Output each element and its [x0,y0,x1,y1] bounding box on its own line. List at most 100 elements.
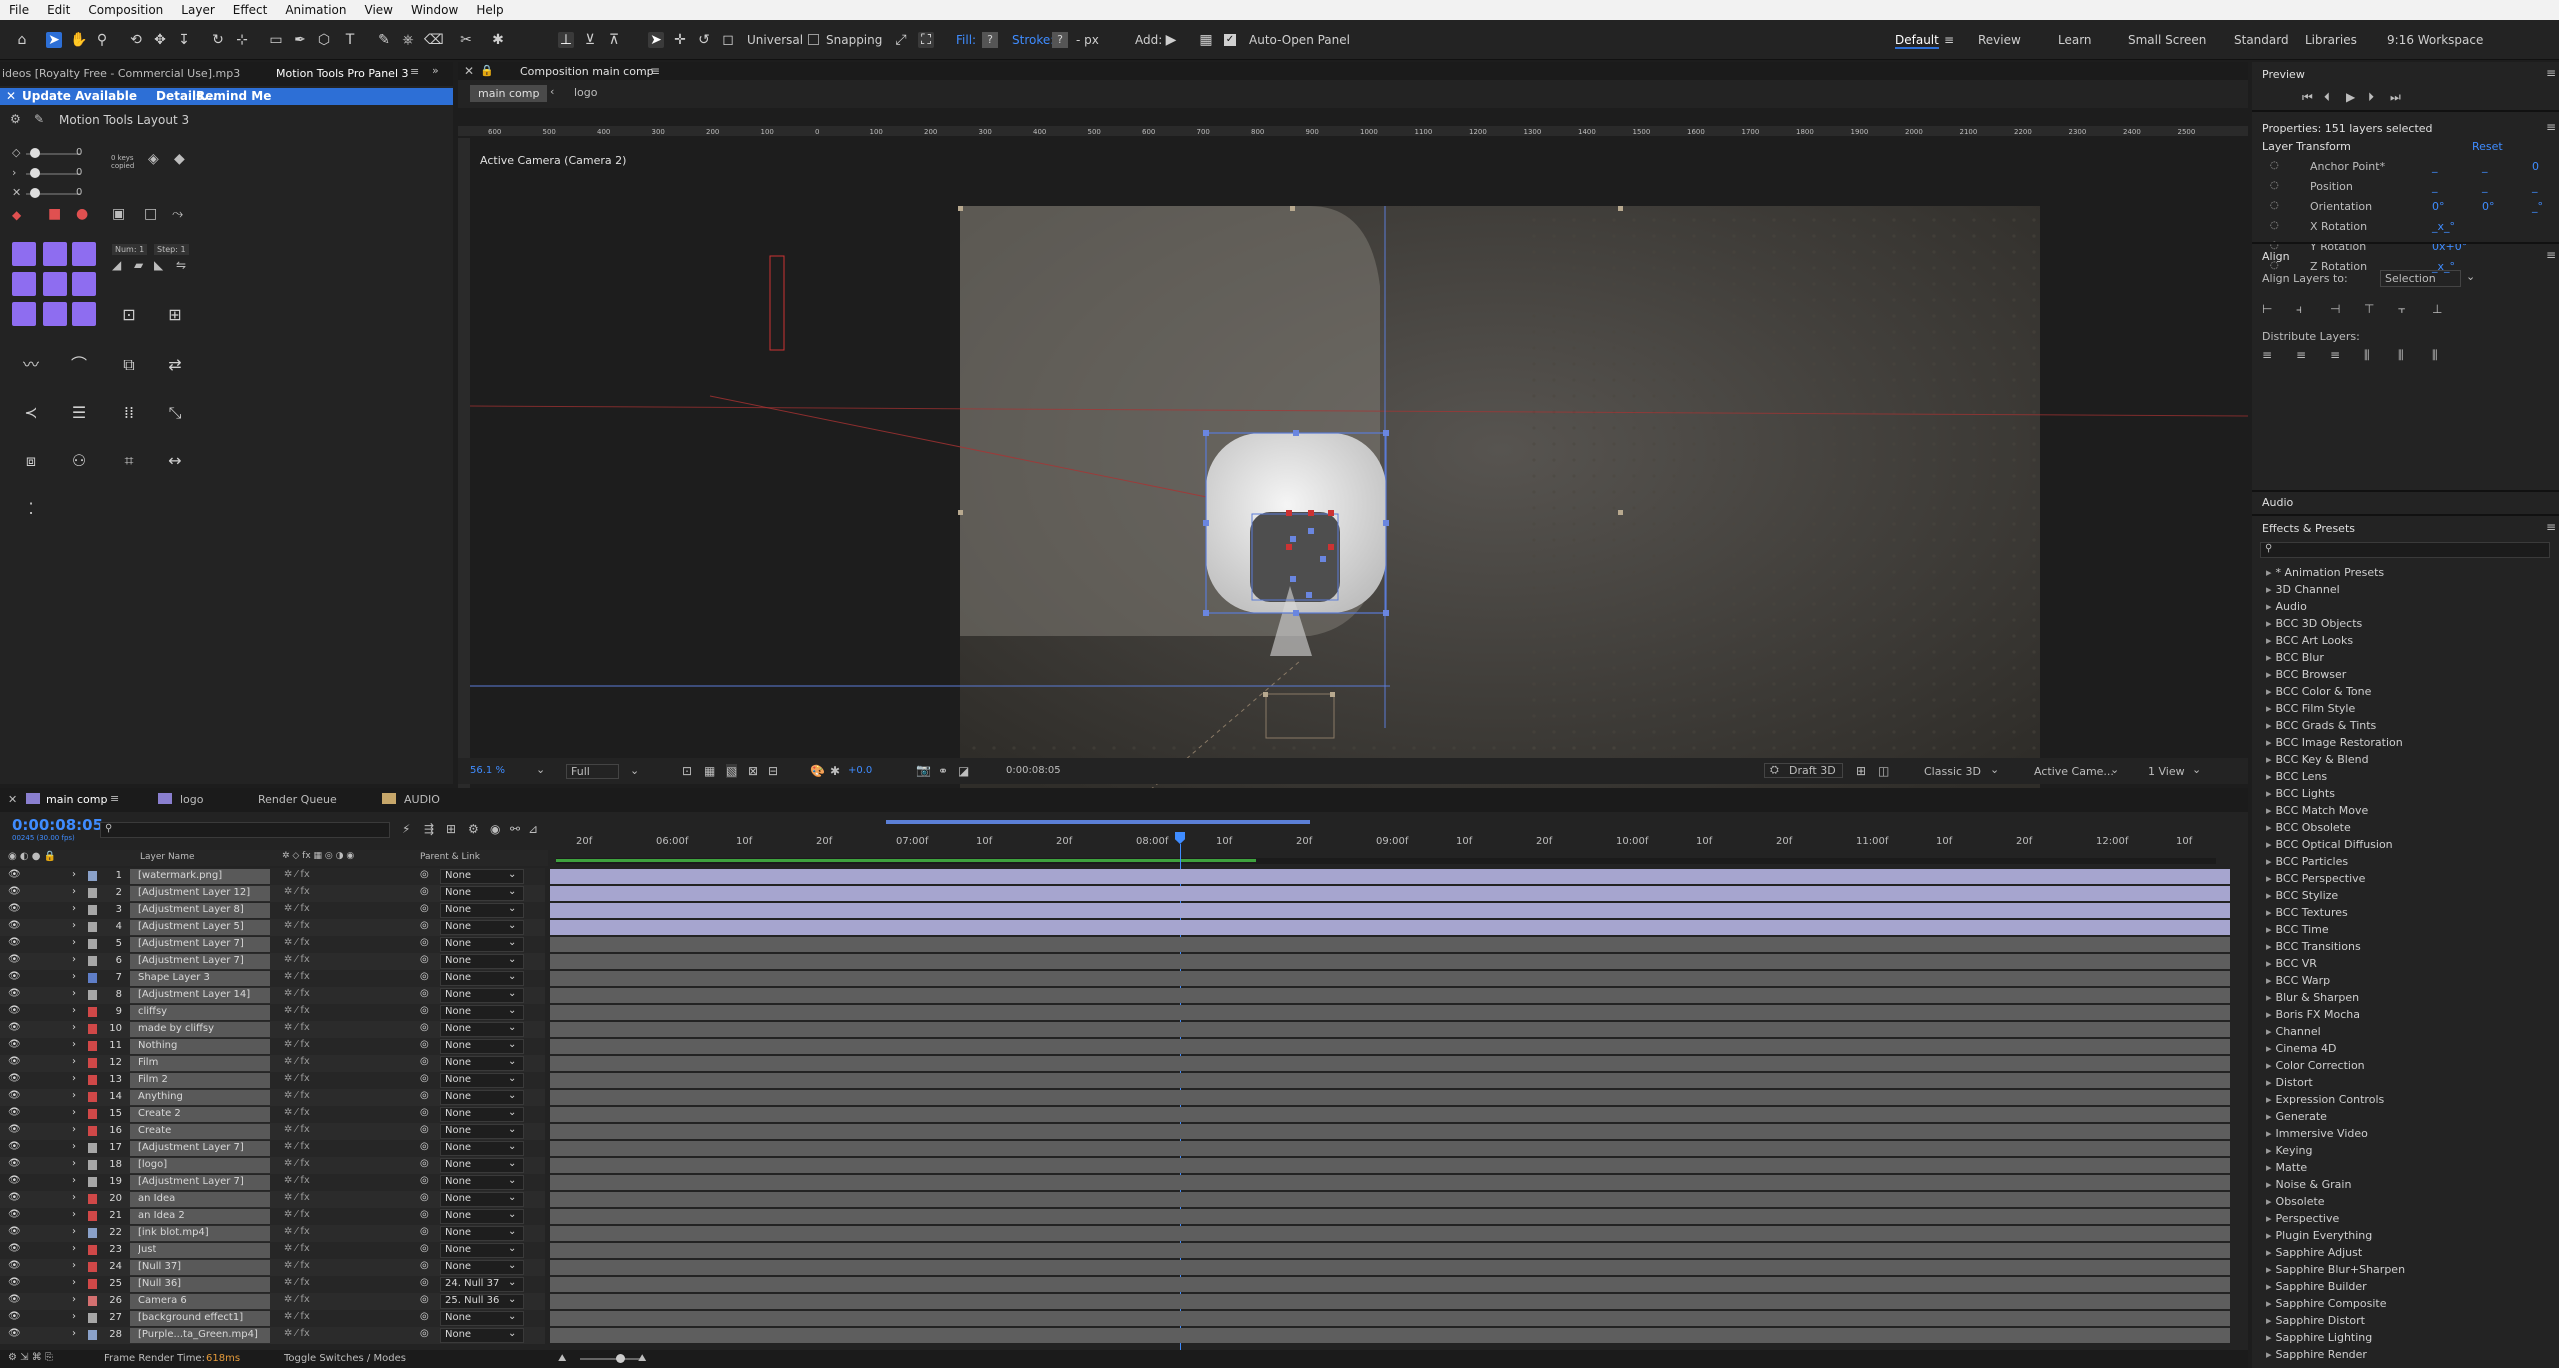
effect-category[interactable]: Keying [2266,1144,2313,1157]
people-icon[interactable]: ⚇ [68,450,90,472]
layer-track-bar[interactable] [550,954,2230,969]
effect-category[interactable]: BCC Optical Diffusion [2266,838,2393,851]
layer-track-bar[interactable] [550,1328,2230,1343]
layer-switches-icon[interactable]: ✲ ⁄ fx [284,869,310,880]
effect-category[interactable]: 3D Channel [2266,583,2340,596]
layer-switches-icon[interactable]: ✲ ⁄ fx [284,937,310,948]
property-value[interactable]: _ [2432,160,2438,173]
menu-animation[interactable]: Animation [276,3,355,17]
pickwhip-icon[interactable]: ◎ [420,1294,429,1305]
tab-logo[interactable]: logo [180,793,204,806]
eye-icon[interactable]: 👁 [8,1005,21,1016]
home-icon[interactable]: ⌂ [14,32,30,48]
layer-track-bar[interactable] [550,1294,2230,1309]
eye-icon[interactable]: 👁 [8,1243,21,1254]
align-right-icon[interactable]: ⊣ [2330,302,2340,316]
label-color-swatch[interactable] [88,1177,97,1187]
menu-view[interactable]: View [356,3,402,17]
zoom-dropdown-icon[interactable]: ⌄ [536,763,545,776]
crop-icon[interactable]: ⌗ [118,450,140,472]
expand-arrow-icon[interactable]: › [72,937,76,948]
layer-switches-icon[interactable]: ✲ ⁄ fx [284,954,310,965]
layer-name[interactable]: Film [138,1057,158,1068]
expand-arrow-icon[interactable]: › [72,1124,76,1135]
effect-category[interactable]: Cinema 4D [2266,1042,2337,1055]
layer-track-bar[interactable] [550,1005,2230,1020]
layer-track-bar[interactable] [550,1141,2230,1156]
eye-icon[interactable]: 👁 [8,1175,21,1186]
brush-tool-icon[interactable]: ✎ [376,32,392,48]
label-color-swatch[interactable] [88,1296,97,1306]
layer-switches-icon[interactable]: ✲ ⁄ fx [284,971,310,982]
align-top-left-button[interactable] [12,242,36,266]
layer-name[interactable]: an Idea 2 [138,1210,185,1221]
property-value[interactable]: 0° [2482,200,2495,213]
eye-icon[interactable]: 👁 [8,1056,21,1067]
link-icon[interactable]: ⚯ [510,822,520,836]
effect-category[interactable]: BCC Perspective [2266,872,2366,885]
layer-row[interactable]: 👁 › 2 [Adjustment Layer 12] ✲ ⁄ fx ◎ Non… [0,885,545,902]
menu-effect[interactable]: Effect [224,3,277,17]
expand-arrow-icon[interactable]: › [72,1311,76,1322]
graph-editor-icon[interactable]: ◉ [490,822,500,836]
layer-row[interactable]: 👁 › 21 an Idea 2 ✲ ⁄ fx ◎ None ⌄ [0,1208,545,1225]
settings-gear-icon[interactable]: ⚙ [10,112,21,126]
layer-track-bar[interactable] [550,1192,2230,1207]
copy-keys-icon[interactable]: ◈ [148,151,159,167]
anchor-tool-icon[interactable]: ⊹ [234,32,250,48]
effect-category[interactable]: Sapphire Lighting [2266,1331,2373,1344]
effect-category[interactable]: Sapphire Adjust [2266,1246,2363,1259]
label-color-swatch[interactable] [88,1007,97,1017]
expand-arrow-icon[interactable]: › [72,1107,76,1118]
layer-name[interactable]: [Null 36] [138,1278,181,1289]
layer-switches-icon[interactable]: ✲ ⁄ fx [284,920,310,931]
universal-label[interactable]: Universal [747,33,803,47]
width-icon[interactable]: ↔ [164,450,186,472]
property-value[interactable]: 0 [2532,160,2539,173]
label-color-swatch[interactable] [88,1024,97,1034]
layer-row[interactable]: 👁 › 13 Film 2 ✲ ⁄ fx ◎ None ⌄ [0,1072,545,1089]
curves-icon[interactable]: ⊿ [528,822,538,836]
selection-tool-icon[interactable]: ➤ [46,32,62,48]
eye-icon[interactable]: 👁 [8,1192,21,1203]
effects-menu-icon[interactable]: ≡ [2546,520,2556,534]
auto-open-label[interactable]: Auto-Open Panel [1249,33,1350,47]
layer-switches-icon[interactable]: ✲ ⁄ fx [284,1226,310,1237]
pickwhip-icon[interactable]: ◎ [420,1226,429,1237]
expand-arrow-icon[interactable]: › [72,1073,76,1084]
view-layout-select[interactable]: 1 View [2148,765,2185,778]
tab-main-comp[interactable]: main comp [46,793,107,806]
layer-switches-icon[interactable]: ✲ ⁄ fx [284,1022,310,1033]
auto-open-checkbox[interactable]: ✓ [1224,34,1236,46]
layer-track-bar[interactable] [550,903,2230,918]
align-hcenter-icon[interactable]: ⫞ [2296,302,2302,317]
auto-open-toggle-icon[interactable]: ▦ [1198,32,1214,48]
layer-switches-icon[interactable]: ✲ ⁄ fx [284,1209,310,1220]
fill-swatch[interactable]: ? [982,32,998,48]
composition-icon[interactable]: ⧈ [20,450,42,472]
zoom-slider[interactable] [580,1358,640,1360]
anchor-grid-icon[interactable]: ⊞ [164,304,186,326]
menu-edit[interactable]: Edit [38,3,79,17]
layer-row[interactable]: 👁 › 22 [ink blot.mp4] ✲ ⁄ fx ◎ None ⌄ [0,1225,545,1242]
tab-motion-tools[interactable]: Motion Tools Pro Panel 3 [276,67,409,80]
layer-switches-icon[interactable]: ✲ ⁄ fx [284,1039,310,1050]
label-color-swatch[interactable] [88,973,97,983]
eye-icon[interactable]: 👁 [8,1141,21,1152]
property-value[interactable]: _ [2532,180,2538,193]
snapshot-icon[interactable]: 📷 [916,763,931,777]
layer-track-bar[interactable] [550,1073,2230,1088]
layer-name[interactable]: Create [138,1125,171,1136]
snapping-label[interactable]: Snapping [826,33,882,47]
remind-me-link[interactable]: Remind Me [196,89,271,103]
layer-track-bar[interactable] [550,1039,2230,1054]
layer-track-bar[interactable] [550,937,2230,952]
pickwhip-icon[interactable]: ◎ [420,1158,429,1169]
pickwhip-icon[interactable]: ◎ [420,1005,429,1016]
stroke-width[interactable]: - px [1076,33,1099,47]
layer-name[interactable]: [Adjustment Layer 5] [138,921,244,932]
align-vcenter-icon[interactable]: ⫟ [2398,302,2405,317]
label-color-swatch[interactable] [88,1160,97,1170]
layer-switches-icon[interactable]: ✲ ⁄ fx [284,1107,310,1118]
label-color-swatch[interactable] [88,1092,97,1102]
